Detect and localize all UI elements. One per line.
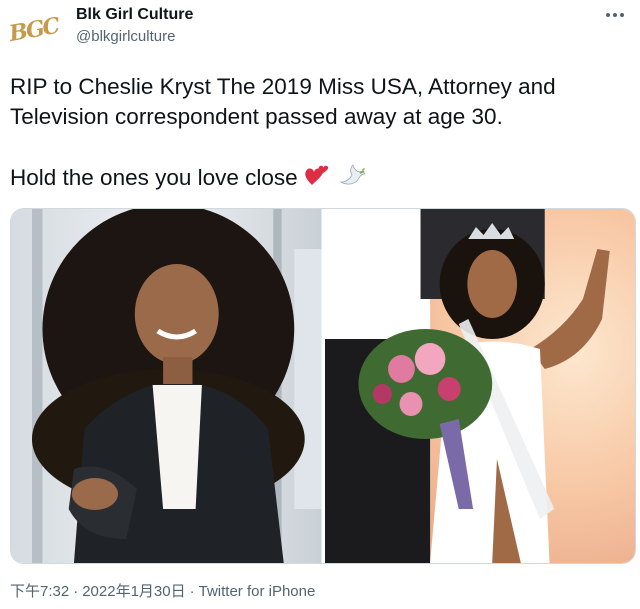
portrait-image — [11, 209, 322, 563]
two-hearts-icon — [304, 163, 330, 195]
avatar[interactable]: BGC — [7, 6, 61, 54]
tweet-time[interactable]: 下午7:32 — [10, 583, 69, 600]
tweet-line-2-text: Hold the ones you love close — [10, 164, 298, 190]
meta-separator-1: · — [73, 583, 79, 600]
tweet-source[interactable]: Twitter for iPhone — [199, 583, 316, 600]
tweet-date[interactable]: 2022年1月30日 — [82, 583, 185, 600]
tweet[interactable]: BGC Blk Girl Culture @blkgirlculture RIP… — [0, 0, 640, 609]
meta-separator-2: · — [189, 583, 195, 600]
tweet-text: RIP to Cheslie Kryst The 2019 Miss USA, … — [10, 72, 630, 196]
dove-icon — [338, 162, 366, 196]
author-display-name[interactable]: Blk Girl Culture — [76, 6, 193, 24]
brand-logo: BGC — [7, 12, 61, 48]
more-icon-dot — [620, 13, 624, 17]
more-icon — [606, 13, 610, 17]
photo-crowning[interactable] — [324, 209, 635, 563]
media-grid[interactable] — [10, 208, 636, 564]
tweet-line-2: Hold the ones you love close — [10, 162, 630, 196]
crowning-image — [324, 209, 635, 563]
more-icon-dot — [613, 13, 617, 17]
author-handle[interactable]: @blkgirlculture — [76, 28, 175, 45]
more-options-button[interactable] — [602, 2, 628, 28]
photo-portrait[interactable] — [11, 209, 322, 563]
tweet-meta: 下午7:32 · 2022年1月30日 · Twitter for iPhone — [10, 580, 315, 601]
tweet-line-1: RIP to Cheslie Kryst The 2019 Miss USA, … — [10, 74, 556, 129]
